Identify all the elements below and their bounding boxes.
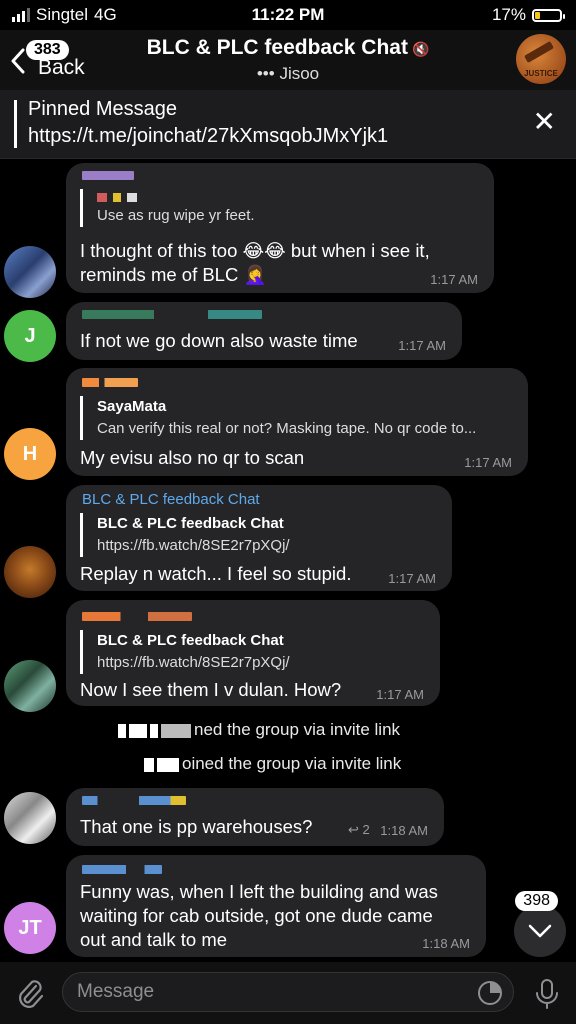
message-bubble[interactable]: BLC & PLC feedback Chat BLC & PLC feedba…	[66, 485, 452, 591]
message-text: If not we go down also waste time	[80, 330, 358, 351]
service-text: ned the group via invite link	[194, 720, 401, 739]
message-text: That one is pp warehouses?	[80, 816, 313, 837]
message-line: Funny was, when I left the building and …	[80, 881, 438, 902]
redacted-name	[157, 757, 179, 772]
message-bubble[interactable]: Use as rug wipe yr feet. I thought of th…	[66, 163, 494, 293]
reply-count[interactable]: ↩ 2	[348, 822, 370, 838]
typing-user: Jisoo	[279, 64, 320, 83]
chat-title[interactable]: BLC & PLC feedback Chat 🔇	[0, 36, 576, 60]
message-line: out and talk to me	[80, 929, 228, 950]
sender-name-redacted	[82, 171, 134, 180]
clock: 11:22 PM	[251, 5, 325, 24]
service-message: oined the group via invite link	[144, 754, 401, 774]
avatar[interactable]: J	[4, 310, 56, 362]
scroll-to-bottom-button[interactable]: 398	[514, 891, 566, 957]
close-icon[interactable]: ✕	[533, 108, 556, 136]
message-time: 1:17 AM	[398, 338, 446, 353]
message-bubble[interactable]: That one is pp warehouses? ↩ 2 1:18 AM	[66, 788, 444, 846]
sender-name-redacted	[82, 865, 162, 874]
redacted-name	[161, 723, 191, 738]
reply-preview[interactable]: BLC & PLC feedback Chat https://fb.watch…	[80, 630, 290, 674]
message-bubble[interactable]: Funny was, when I left the building and …	[66, 855, 486, 957]
message-time: 1:18 AM	[422, 936, 470, 951]
reply-preview[interactable]: BLC & PLC feedback Chat https://fb.watch…	[80, 513, 290, 557]
redacted-name	[129, 723, 147, 738]
reply-preview[interactable]: SayaMata Can verify this real or not? Ma…	[80, 396, 476, 440]
reply-arrow-icon: ↩	[348, 822, 359, 837]
message-text: Funny was, when I left the building and …	[80, 880, 438, 952]
chevron-down-icon	[528, 924, 552, 938]
message-time: 1:17 AM	[388, 571, 436, 586]
reply-sender: BLC & PLC feedback Chat	[97, 632, 284, 649]
message-bubble[interactable]: BLC & PLC feedback Chat https://fb.watch…	[66, 600, 440, 706]
pin-indicator	[14, 100, 17, 148]
message-time: 1:17 AM	[376, 687, 424, 702]
redacted-name	[144, 757, 154, 772]
message-time: 1:18 AM	[380, 823, 428, 838]
message-text: Replay n watch... I feel so stupid.	[80, 563, 352, 584]
avatar[interactable]	[4, 246, 56, 298]
reply-sender-redacted	[97, 189, 255, 205]
chat-header: Back 383 BLC & PLC feedback Chat 🔇 ••• Ji…	[0, 30, 576, 90]
message-time: 1:17 AM	[430, 272, 478, 287]
message-bubble[interactable]: If not we go down also waste time 1:17 A…	[66, 302, 462, 360]
message-bubble[interactable]: SayaMata Can verify this real or not? Ma…	[66, 368, 528, 476]
reply-count-number: 2	[362, 822, 370, 837]
reply-sender: SayaMata	[97, 398, 167, 415]
avatar[interactable]	[4, 792, 56, 844]
reply-text: https://fb.watch/8SE2r7pXQj/	[97, 537, 290, 554]
message-line: waiting for cab outside, got one dude ca…	[80, 905, 433, 926]
reply-preview[interactable]: Use as rug wipe yr feet.	[80, 189, 255, 227]
redacted-name	[118, 723, 126, 738]
status-right: 17%	[491, 5, 565, 25]
message-line: reminds me of BLC 🤦‍♀️	[80, 264, 267, 285]
redacted-name	[150, 723, 158, 738]
reply-text: Use as rug wipe yr feet.	[97, 207, 255, 224]
service-text: oined the group via invite link	[182, 754, 402, 773]
battery-icon	[532, 8, 565, 22]
avatar[interactable]	[4, 660, 56, 712]
service-message: ned the group via invite link	[118, 720, 400, 740]
chat-subtitle: ••• Jisoo	[0, 64, 576, 84]
reply-text: Can verify this real or not? Masking tap…	[97, 420, 477, 437]
unread-count-badge: 398	[515, 891, 558, 911]
status-bar: Singtel 4G 11:22 PM 17%	[0, 0, 576, 30]
paperclip-icon[interactable]	[14, 978, 46, 1010]
message-input[interactable]	[63, 973, 471, 1011]
group-avatar[interactable]: JUSTICE	[516, 34, 566, 84]
message-line: I thought of this too 😂😂 but when i see …	[80, 240, 430, 261]
composer-bar	[0, 962, 576, 1024]
typing-indicator: •••	[256, 64, 275, 83]
microphone-icon[interactable]	[534, 978, 560, 1010]
gavel-icon	[524, 41, 554, 63]
message-text: My evisu also no qr to scan	[80, 447, 305, 468]
mute-icon: 🔇	[411, 41, 430, 57]
reply-text: https://fb.watch/8SE2r7pXQj/	[97, 654, 290, 671]
pinned-text: https://t.me/joinchat/27kXmsqobJMxYjk1	[28, 125, 389, 147]
reply-sender: BLC & PLC feedback Chat	[97, 515, 284, 532]
pinned-message-bar[interactable]: Pinned Message https://t.me/joinchat/27k…	[0, 90, 576, 159]
avatar[interactable]: JT	[4, 902, 56, 954]
sender-name: BLC & PLC feedback Chat	[82, 491, 260, 508]
chat-title-text: BLC & PLC feedback Chat	[146, 36, 408, 59]
message-text: I thought of this too 😂😂 but when i see …	[80, 239, 430, 287]
message-input-wrapper	[62, 972, 514, 1012]
message-time: 1:17 AM	[464, 455, 512, 470]
sender-name-redacted	[82, 378, 138, 387]
sender-name-redacted	[82, 310, 262, 319]
avatar-caption: JUSTICE	[524, 69, 558, 78]
sender-name-redacted	[82, 612, 192, 621]
sticker-icon[interactable]	[477, 980, 503, 1006]
battery-percent: 17%	[491, 5, 526, 24]
pinned-title: Pinned Message	[28, 98, 177, 120]
avatar[interactable]: H	[4, 428, 56, 480]
message-text: Now I see them I v dulan. How?	[80, 679, 342, 700]
avatar[interactable]	[4, 546, 56, 598]
sender-name-redacted	[82, 796, 186, 805]
